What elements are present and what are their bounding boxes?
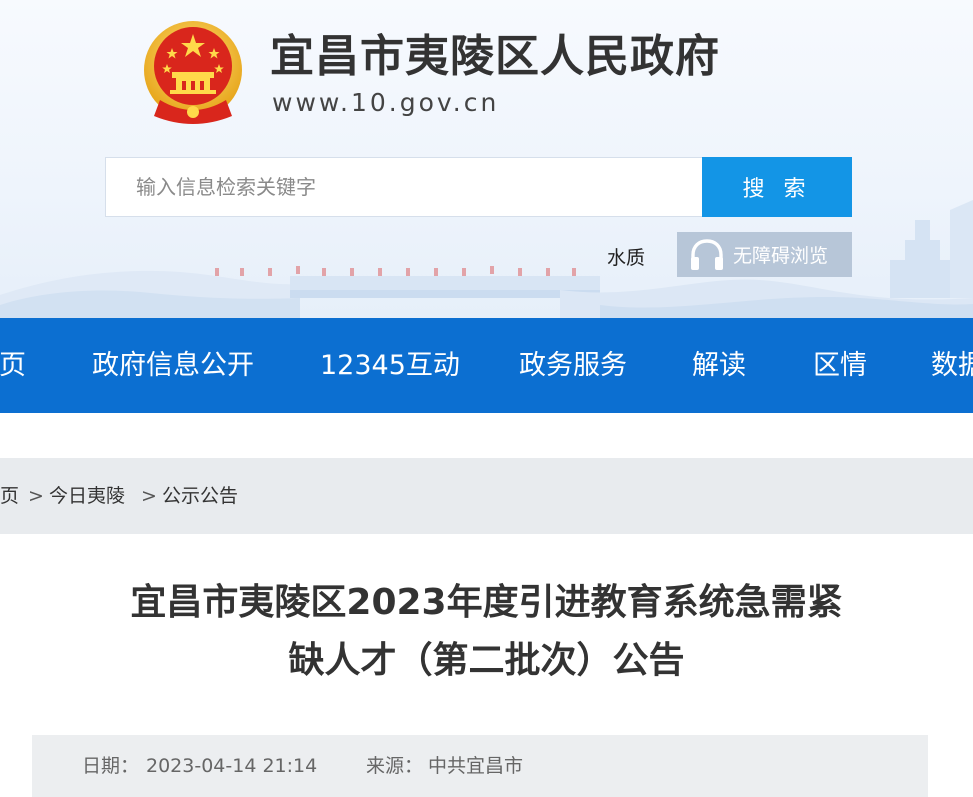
main-nav: 页 政府信息公开 12345互动 政务服务 解读 区情 数据 bbox=[0, 318, 973, 413]
source-value: 中共宜昌市 bbox=[428, 755, 524, 777]
site-header: 宜昌市夷陵区人民政府 www.10.gov.cn 搜 索 水质 无障碍浏览 bbox=[0, 0, 973, 318]
search-button[interactable]: 搜 索 bbox=[702, 157, 852, 217]
national-emblem-icon bbox=[144, 21, 242, 124]
date-value: 2023-04-14 21:14 bbox=[146, 755, 318, 777]
article-meta: 日期： 2023-04-14 21:14 来源： 中共宜昌市 bbox=[32, 735, 928, 797]
breadcrumb-notices[interactable]: 公示公告 bbox=[162, 458, 238, 534]
article-title-line1: 宜昌市夷陵区2023年度引进教育系统急需紧 bbox=[130, 582, 843, 623]
breadcrumb-separator: > bbox=[28, 485, 44, 507]
site-title: 宜昌市夷陵区人民政府 bbox=[270, 31, 720, 82]
article-title: 宜昌市夷陵区2023年度引进教育系统急需紧 缺人才（第二批次）公告 bbox=[40, 574, 933, 690]
breadcrumb-separator: > bbox=[141, 485, 157, 507]
search-box bbox=[105, 157, 703, 217]
nav-item-district[interactable]: 区情 bbox=[813, 318, 867, 413]
nav-item-services[interactable]: 政务服务 bbox=[519, 318, 627, 413]
nav-item-12345[interactable]: 12345互动 bbox=[320, 318, 460, 413]
site-url: www.10.gov.cn bbox=[272, 88, 500, 117]
accessibility-button[interactable]: 无障碍浏览 bbox=[677, 232, 852, 277]
breadcrumb-home[interactable]: 页 bbox=[0, 458, 19, 534]
breadcrumb: 页 > 今日夷陵 > 公示公告 bbox=[0, 458, 973, 534]
search-input[interactable] bbox=[106, 158, 702, 216]
accessibility-label: 无障碍浏览 bbox=[733, 245, 829, 267]
water-quality-link[interactable]: 水质 bbox=[607, 243, 645, 270]
nav-item-gov-info[interactable]: 政府信息公开 bbox=[92, 318, 254, 413]
breadcrumb-today-yiling[interactable]: 今日夷陵 bbox=[49, 458, 125, 534]
date-label: 日期： bbox=[82, 755, 140, 777]
headphones-icon bbox=[691, 238, 723, 270]
article-title-line2: 缺人才（第二批次）公告 bbox=[288, 640, 685, 681]
source-label: 来源： bbox=[366, 755, 424, 777]
nav-item-data[interactable]: 数据 bbox=[931, 318, 973, 413]
nav-item-interpretation[interactable]: 解读 bbox=[692, 318, 746, 413]
nav-item-home[interactable]: 页 bbox=[0, 318, 26, 413]
